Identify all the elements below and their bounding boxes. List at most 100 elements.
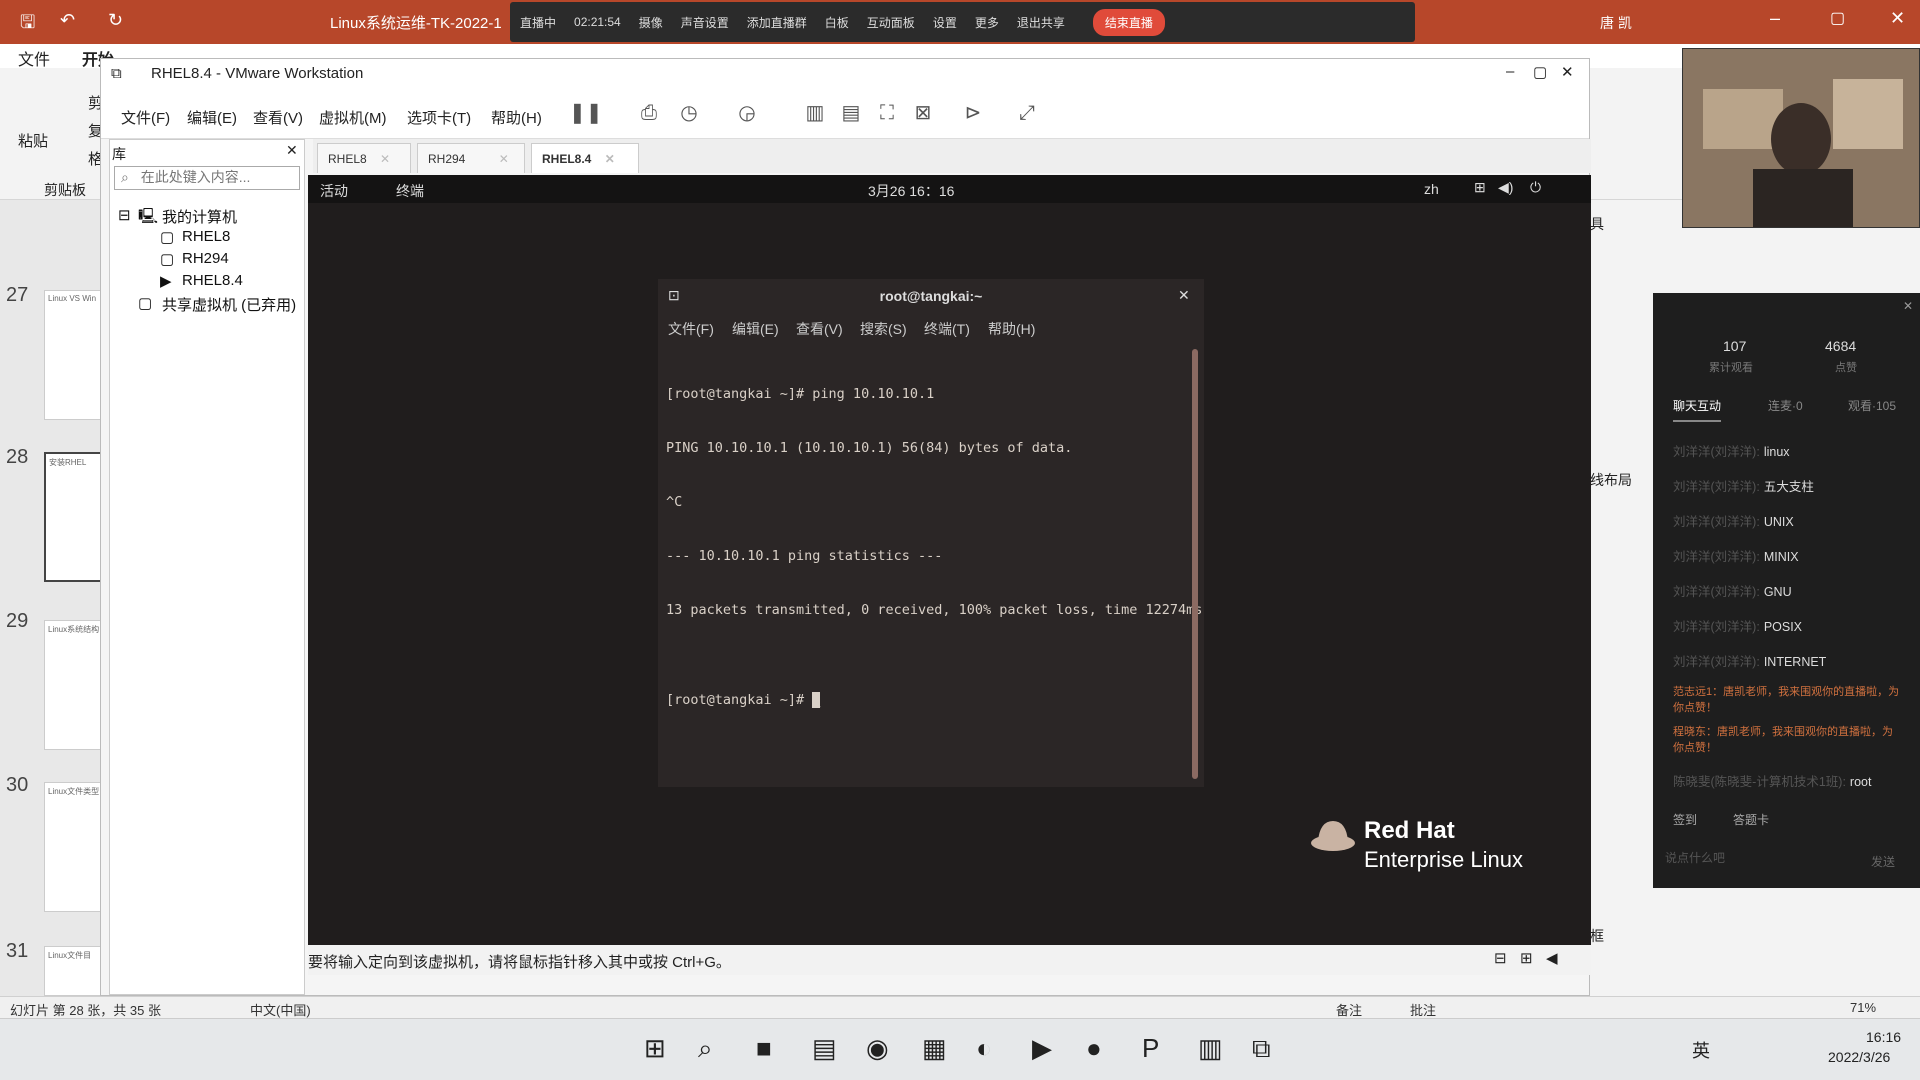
thumbnail-view-icon[interactable]: ▤ xyxy=(837,99,865,127)
fullscreen-icon[interactable]: ⛶ xyxy=(873,99,901,127)
gnome-clock[interactable]: 3月26 16：16 xyxy=(868,181,954,201)
undo-icon[interactable]: ↶ xyxy=(60,10,75,31)
tree-shared-vms[interactable]: 共享虚拟机 (已弃用) xyxy=(162,294,296,315)
terminal-window[interactable]: ⊡ root@tangkai:~ ✕ 文件(F) 编辑(E) 查看(V) 搜索(… xyxy=(658,279,1204,787)
live-item-settings[interactable]: 设置 xyxy=(933,14,957,31)
taskbar-time[interactable]: 16:16 xyxy=(1866,1029,1901,1045)
tree-vm-rh294[interactable]: RH294 xyxy=(182,250,229,267)
live-item-group[interactable]: 添加直播群 xyxy=(747,14,807,31)
close-icon[interactable]: ✕ xyxy=(499,152,509,166)
send-ctrl-alt-del-icon[interactable]: ⎙ xyxy=(635,99,663,127)
start-icon[interactable]: ⊞ xyxy=(644,1033,666,1064)
close-icon[interactable]: ✕ xyxy=(286,142,298,159)
term-menu-edit[interactable]: 编辑(E) xyxy=(732,319,779,339)
console-icon[interactable]: ⊳ xyxy=(959,99,987,127)
close-icon[interactable]: ✕ xyxy=(380,152,390,166)
volume-icon[interactable]: ◀) xyxy=(1498,179,1513,196)
sound-icon[interactable]: ◀ xyxy=(1546,949,1558,967)
library-search-input[interactable]: ⌕ 在此处键入内容... xyxy=(114,166,300,190)
power-icon[interactable]: ⏻ xyxy=(1530,179,1541,196)
task-view-icon[interactable]: ■ xyxy=(756,1033,772,1064)
term-menu-terminal[interactable]: 终端(T) xyxy=(924,319,970,339)
tree-vm-rhel84[interactable]: RHEL8.4 xyxy=(182,272,243,289)
chat-tab-viewers[interactable]: 观看·105 xyxy=(1848,397,1896,414)
term-menu-help[interactable]: 帮助(H) xyxy=(988,319,1035,339)
tab-rh294[interactable]: RH294 ✕ xyxy=(417,143,525,173)
network-adapter-icon[interactable]: ⊞ xyxy=(1520,949,1533,967)
network-icon[interactable]: ⊞ xyxy=(1474,179,1486,196)
search-icon[interactable]: ⌕ xyxy=(698,1033,713,1065)
minimize-icon[interactable]: – xyxy=(1506,63,1514,80)
term-menu-search[interactable]: 搜索(S) xyxy=(860,319,907,339)
powerpoint-icon[interactable]: P xyxy=(1142,1033,1159,1064)
close-icon[interactable]: ✕ xyxy=(1178,287,1190,304)
taskbar-date[interactable]: 2022/3/26 xyxy=(1828,1049,1890,1065)
terminal-scrollbar[interactable] xyxy=(1192,349,1198,779)
notes-button[interactable]: 备注 xyxy=(1336,1000,1362,1019)
slide-thumb[interactable]: Linux文件目 xyxy=(44,946,108,996)
stretch-icon[interactable]: ⤢ xyxy=(1013,99,1041,127)
ime-indicator[interactable]: 英 xyxy=(1692,1037,1710,1063)
menu-file[interactable]: 文件(F) xyxy=(121,107,170,128)
live-item-panel[interactable]: 互动面板 xyxy=(867,14,915,31)
menu-edit[interactable]: 编辑(E) xyxy=(187,107,237,128)
close-icon[interactable]: ✕ xyxy=(605,152,615,166)
menu-vm[interactable]: 虚拟机(M) xyxy=(319,107,387,128)
minimize-icon[interactable]: – xyxy=(1770,8,1780,29)
redo-icon[interactable]: ↻ xyxy=(108,10,123,31)
menu-help[interactable]: 帮助(H) xyxy=(491,107,542,128)
live-item-more[interactable]: 更多 xyxy=(975,14,999,31)
end-live-button[interactable]: 结束直播 xyxy=(1092,8,1165,36)
tab-rhel84[interactable]: RHEL8.4 ✕ xyxy=(531,143,639,173)
file-explorer-icon[interactable]: ▤ xyxy=(812,1033,837,1064)
chat-tab-mic[interactable]: 连麦·0 xyxy=(1768,397,1803,414)
maximize-icon[interactable]: ▢ xyxy=(1830,8,1845,28)
sign-in-button[interactable]: 签到 xyxy=(1673,811,1697,828)
slide-thumb-selected[interactable]: 安装RHEL xyxy=(44,452,108,582)
slide-thumb[interactable]: Linux VS Win xyxy=(44,290,108,420)
close-icon[interactable]: ✕ xyxy=(1561,63,1574,81)
snapshot-icon[interactable]: ◷ xyxy=(675,99,703,127)
tree-my-computer[interactable]: 我的计算机 xyxy=(162,206,237,227)
edge-icon[interactable]: ◉ xyxy=(866,1033,889,1064)
maximize-icon[interactable]: ▢ xyxy=(1533,63,1547,81)
notepad-icon[interactable]: ▥ xyxy=(1198,1033,1223,1064)
store-icon[interactable]: ▦ xyxy=(922,1033,947,1064)
send-button[interactable]: 发送 xyxy=(1871,853,1895,870)
activities-button[interactable]: 活动 xyxy=(320,181,348,201)
media-icon[interactable]: ● xyxy=(1086,1033,1102,1064)
unity-icon[interactable]: ⊠ xyxy=(909,99,937,127)
terminal-app-menu[interactable]: 终端 xyxy=(396,181,424,201)
input-method-indicator[interactable]: zh xyxy=(1424,181,1439,197)
device-icon[interactable]: ⊟ xyxy=(1494,949,1507,967)
pause-icon[interactable]: ❚❚ xyxy=(569,99,603,127)
chat-input[interactable]: 说点什么吧 xyxy=(1665,849,1725,866)
vm-guest-display[interactable]: 活动 终端 3月26 16：16 zh ⊞ ◀) ⏻ ⊡ root@tangka… xyxy=(308,175,1591,945)
snapshot-manager-icon[interactable]: ◶ xyxy=(733,99,761,127)
tab-rhel8[interactable]: RHEL8 ✕ xyxy=(317,143,411,173)
chat-tab-chat[interactable]: 聊天互动 xyxy=(1673,397,1722,422)
term-menu-file[interactable]: 文件(F) xyxy=(668,319,714,339)
collapse-icon[interactable]: ⊟ xyxy=(118,206,131,224)
menu-tabs[interactable]: 选项卡(T) xyxy=(407,107,471,128)
term-menu-view[interactable]: 查看(V) xyxy=(796,319,843,339)
comments-button[interactable]: 批注 xyxy=(1410,1000,1436,1019)
zoom-level[interactable]: 71% xyxy=(1850,1000,1876,1015)
ribbon-tab-file[interactable]: 文件 xyxy=(18,46,50,70)
live-app-icon[interactable]: ▶ xyxy=(1032,1033,1052,1064)
tree-vm-rhel8[interactable]: RHEL8 xyxy=(182,228,230,245)
menu-view[interactable]: 查看(V) xyxy=(253,107,303,128)
save-icon[interactable]: 🖫 xyxy=(20,10,35,40)
answer-card-button[interactable]: 答题卡 xyxy=(1733,811,1769,828)
app-icon[interactable]: ◐ xyxy=(976,1033,992,1064)
terminal-output[interactable]: [root@tangkai ~]# ping 10.10.10.1 PING 1… xyxy=(666,349,1202,769)
live-item-audio[interactable]: 声音设置 xyxy=(681,14,729,31)
close-icon[interactable]: ✕ xyxy=(1890,8,1905,29)
slide-thumb[interactable]: Linux系统结构 xyxy=(44,620,108,750)
library-view-icon[interactable]: ▥ xyxy=(801,99,829,127)
live-item-whiteboard[interactable]: 白板 xyxy=(825,14,849,31)
close-icon[interactable]: ✕ xyxy=(1903,299,1913,313)
language-status[interactable]: 中文(中国) xyxy=(250,1000,311,1019)
paste-button[interactable]: 粘贴 xyxy=(18,130,48,151)
slide-thumb[interactable]: Linux文件类型 xyxy=(44,782,108,912)
